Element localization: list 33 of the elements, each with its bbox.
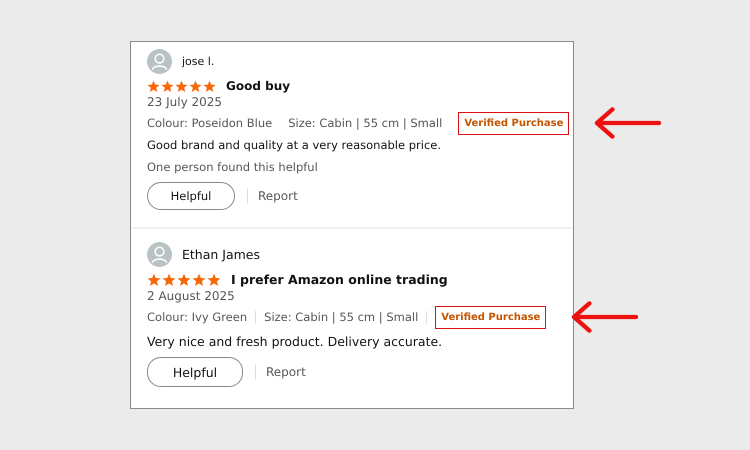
review-title: I prefer Amazon online trading xyxy=(231,272,448,287)
helpful-button[interactable]: Helpful xyxy=(147,357,243,387)
helpful-button[interactable]: Helpful xyxy=(147,182,235,210)
star-icon xyxy=(147,272,161,286)
size-variant: Size: Cabin | 55 cm | Small xyxy=(264,310,418,324)
reviewer-name: jose l. xyxy=(182,55,214,68)
star-icon xyxy=(207,272,221,286)
review-text: Very nice and fresh product. Delivery accurate. xyxy=(147,334,444,349)
report-link[interactable]: Report xyxy=(258,189,298,203)
colour-variant: Colour: Poseidon Blue xyxy=(147,116,272,130)
avatar-icon xyxy=(147,242,172,267)
reviewer-name: Ethan James xyxy=(182,247,260,262)
review-title: Good buy xyxy=(226,79,290,93)
arrow-icon xyxy=(593,106,662,140)
verified-purchase-badge: Verified Purchase xyxy=(435,306,546,329)
size-variant: Size: Cabin | 55 cm | Small xyxy=(288,116,442,130)
report-link[interactable]: Report xyxy=(266,365,306,379)
arrow-icon xyxy=(570,300,638,334)
review-date: 2 August 2025 xyxy=(147,289,236,303)
helpful-count: One person found this helpful xyxy=(147,160,319,174)
avatar-icon xyxy=(147,49,172,74)
star-icon xyxy=(147,80,160,92)
colour-variant: Colour: Ivy Green xyxy=(147,310,248,324)
star-icon xyxy=(175,80,188,92)
star-icon xyxy=(177,272,191,286)
review-text: Good brand and quality at a very reasonable price. xyxy=(147,138,442,152)
star-icon xyxy=(203,80,216,92)
verified-purchase-badge: Verified Purchase xyxy=(458,112,570,135)
star-icon xyxy=(192,272,206,286)
review-date: 23 July 2025 xyxy=(147,95,224,109)
star-icon xyxy=(189,80,202,92)
star-icon xyxy=(161,80,174,92)
star-icon xyxy=(162,272,176,286)
